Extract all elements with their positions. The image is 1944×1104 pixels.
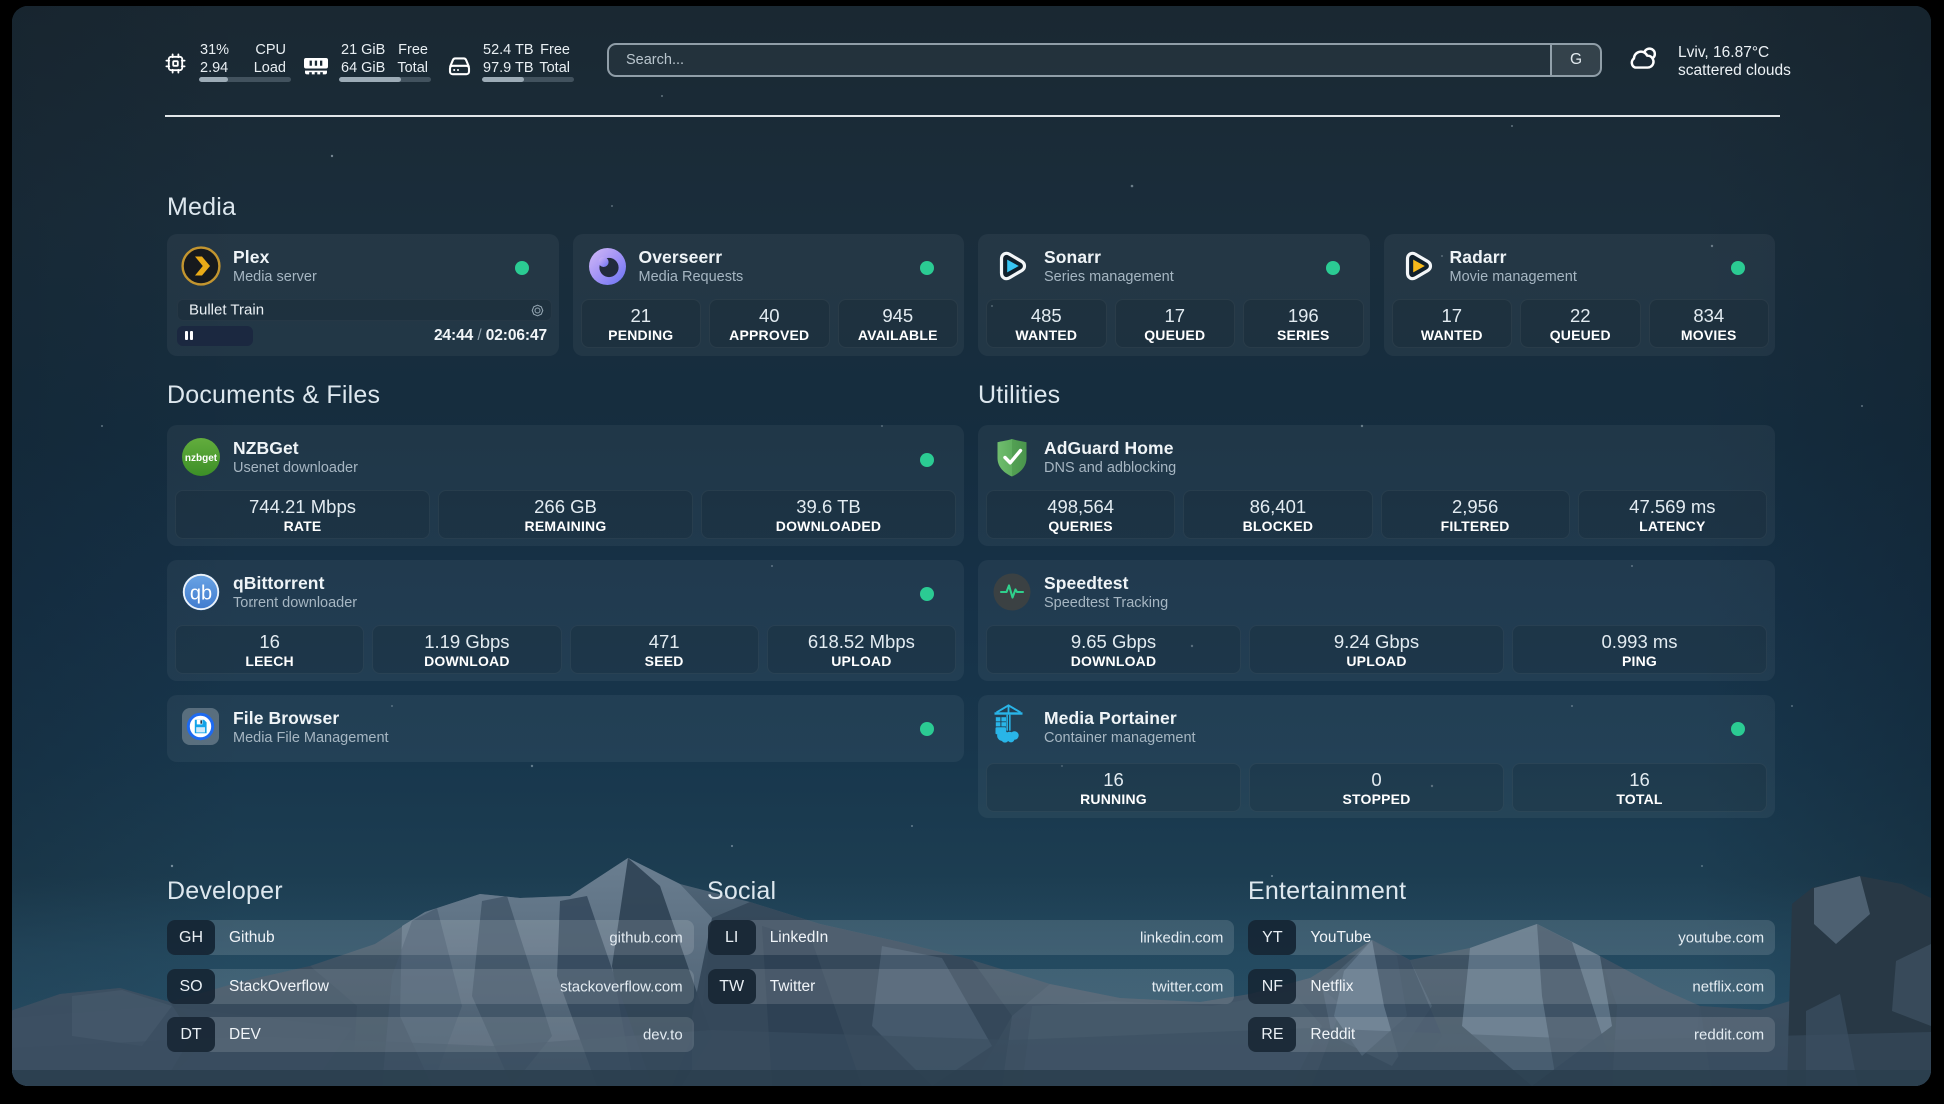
svg-text:qb: qb bbox=[190, 583, 212, 605]
svg-text:nzbget: nzbget bbox=[185, 453, 218, 464]
